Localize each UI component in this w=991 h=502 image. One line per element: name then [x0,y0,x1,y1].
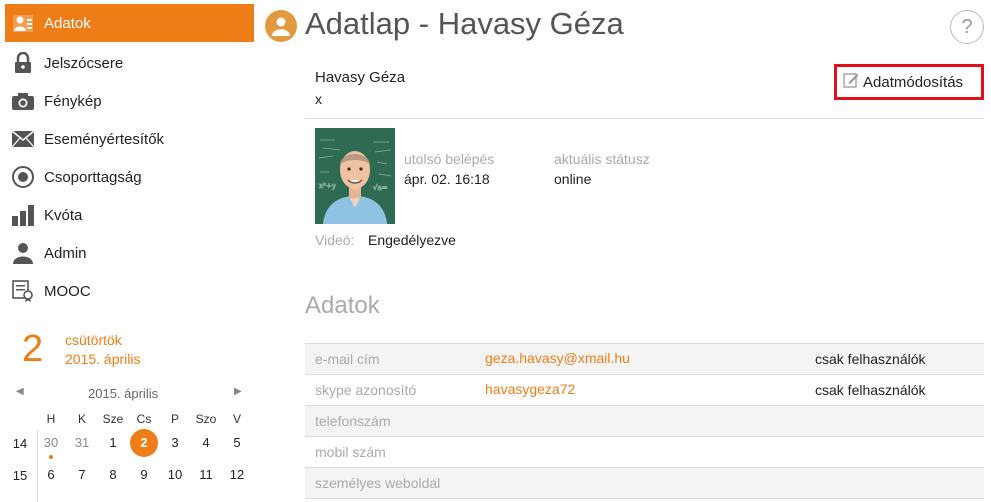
sidebar-item-label: MOOC [44,282,91,300]
data-row-mobile: mobil szám [305,436,984,467]
calendar-day[interactable]: 9 [130,461,158,489]
calendar-day[interactable]: 11 [192,461,220,489]
sidebar-item-esemenyertesitok[interactable]: Eseményértesítők [5,120,254,158]
row-label: e-mail cím [315,351,380,367]
page-title: Adatlap - Havasy Géza [305,6,624,41]
calendar-week-number: 14 [12,436,28,451]
data-row-skype: skype azonosító havasygeza72 csak felhas… [305,374,984,405]
sidebar-item-kvota[interactable]: Kvóta [5,196,254,234]
calendar-weekday: K [77,412,86,426]
calendar-weekday: H [46,412,56,426]
sidebar-item-adatok[interactable]: Adatok [5,4,254,42]
video-value: Engedélyezve [368,232,456,248]
calendar-weekday: Sze [102,412,124,426]
row-label: személyes weboldal [315,475,441,491]
calendar-next-button[interactable]: ▶ [234,386,242,397]
calendar-day[interactable]: 10 [161,461,189,489]
data-row-phone: telefonszám [305,405,984,436]
camera-icon [11,89,35,113]
sidebar-item-label: Admin [44,244,87,262]
user-avatar-icon [265,10,297,42]
status-label: aktuális státusz [554,151,650,167]
svg-text:x²+y: x²+y [319,182,336,190]
calendar-month-label: 2015. április [88,386,159,401]
calendar-day[interactable]: 31 [68,429,96,457]
sidebar-item-label: Eseményértesítők [44,130,165,148]
person-icon [11,241,35,265]
row-label: telefonszám [315,413,391,429]
email-link[interactable]: geza.havasy@xmail.hu [485,350,630,366]
user-name: Havasy Géza [315,69,406,86]
calendar-weekday: Szo [195,412,217,426]
sidebar-item-fenykep[interactable]: Fénykép [5,82,254,120]
sidebar-item-admin[interactable]: Admin [5,234,254,272]
row-label: skype azonosító [315,382,417,398]
edit-profile-button[interactable]: Adatmódosítás [834,64,984,100]
bar-chart-icon [11,203,35,227]
certificate-icon [11,279,35,303]
calendar-day-today[interactable]: 2 [130,429,158,457]
calendar-weekday: Cs [136,412,152,426]
row-label: mobil szám [315,444,386,460]
data-row-website: személyes weboldal [305,467,984,498]
sidebar-item-csoporttagsag[interactable]: Csoporttagság [5,158,254,196]
divider [305,118,984,119]
edit-profile-label: Adatmódosítás [863,73,964,91]
video-label: Videó: [315,232,355,248]
data-row-email: e-mail cím geza.havasy@xmail.hu csak fel… [305,343,984,374]
sidebar: Adatok Jelszócsere Fénykép Eseményértesí… [0,0,254,502]
calendar-week-number: 15 [12,468,28,483]
calendar-day[interactable]: 1 [99,429,127,457]
envelope-icon [11,127,35,151]
sidebar-item-label: Kvóta [44,206,83,224]
sidebar-item-mooc[interactable]: MOOC [5,272,254,310]
profile-card-icon [11,11,35,35]
status-value: online [554,171,592,187]
visibility-setting: csak felhasználók [815,382,926,398]
padlock-icon [11,51,35,75]
calendar-day[interactable]: 4 [192,429,220,457]
calendar-day[interactable]: 6 [37,461,65,489]
sidebar-item-label: Csoporttagság [44,168,142,186]
user-subtitle: x [315,91,322,107]
calendar-day[interactable]: 12 [223,461,251,489]
calendar-day[interactable]: 5 [223,429,251,457]
calendar-prev-button[interactable]: ◀ [16,386,24,397]
help-button[interactable]: ? [950,10,984,44]
visibility-setting: csak felhasználók [815,351,926,367]
last-login-label: utolsó belépés [404,151,495,167]
event-dot [49,455,53,459]
sidebar-item-jelszocsere[interactable]: Jelszócsere [5,44,254,82]
calendar-weekday: P [170,412,179,426]
section-title: Adatok [305,292,380,319]
date-day-number: 2 [22,328,44,370]
skype-link[interactable]: havasygeza72 [485,381,575,397]
date-month: 2015. április [65,351,141,367]
sidebar-item-label: Jelszócsere [44,54,124,72]
profile-photo: x²+y √a= [315,128,395,224]
calendar-day[interactable]: 30 [37,429,65,457]
last-login-value: ápr. 02. 16:18 [404,171,490,187]
calendar-day[interactable]: 8 [99,461,127,489]
date-weekday: csütörtök [65,332,122,348]
edit-icon [843,72,859,92]
calendar-day[interactable]: 3 [161,429,189,457]
divider [305,498,984,499]
target-icon [11,165,35,189]
calendar-day[interactable]: 7 [68,461,96,489]
sidebar-item-label: Adatok [44,14,91,32]
sidebar-item-label: Fénykép [44,92,102,110]
svg-text:√a=: √a= [373,184,388,192]
calendar-weekday: V [232,412,241,426]
